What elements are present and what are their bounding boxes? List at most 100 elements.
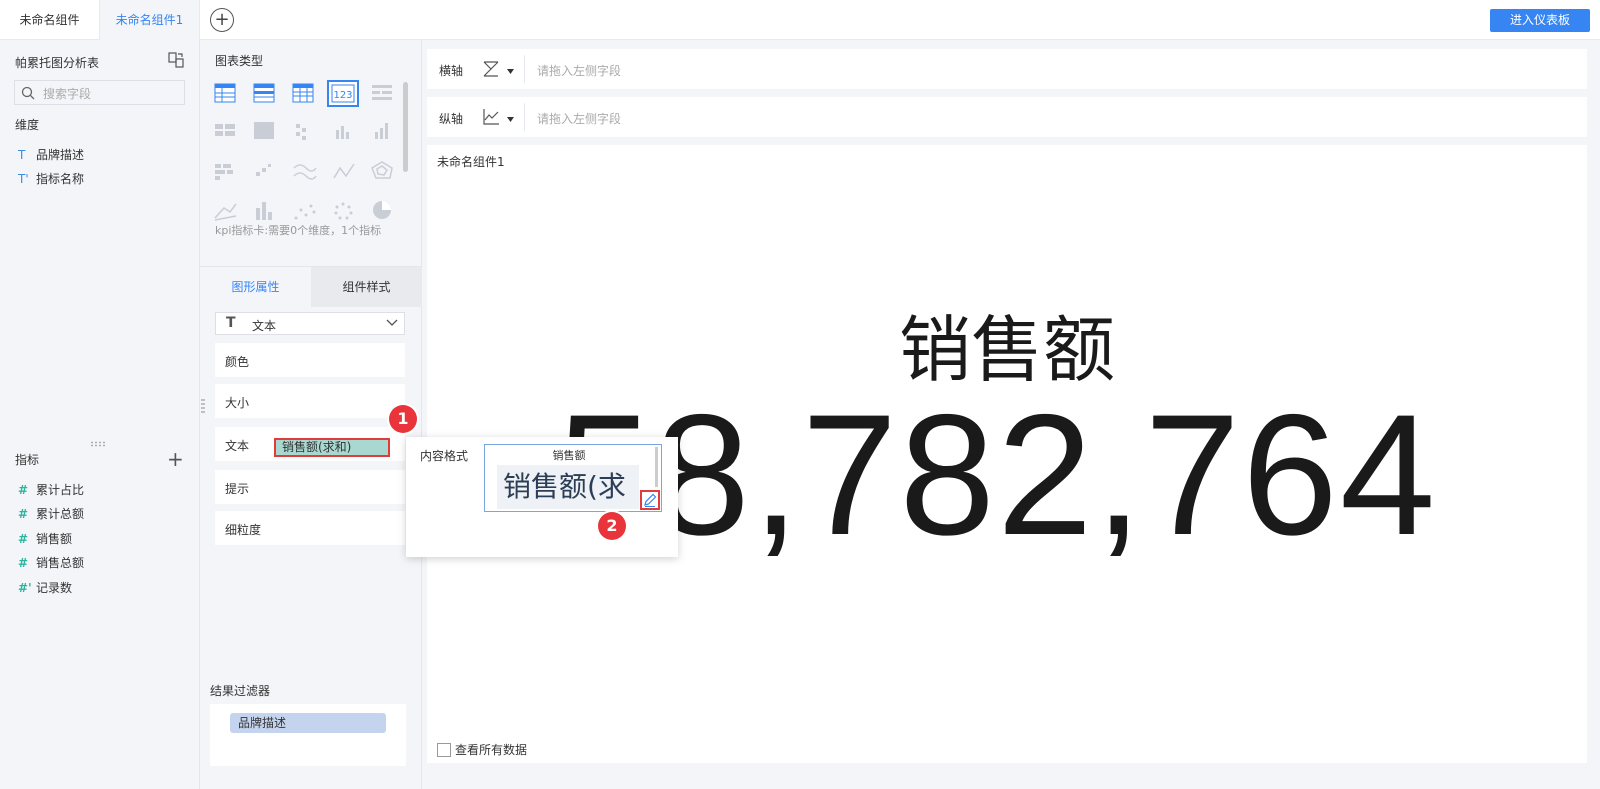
map-chart-icon: [254, 122, 274, 139]
annotation-badge-1: 1: [389, 405, 417, 433]
metric-field[interactable]: # 累计总额: [18, 505, 84, 525]
tab-graphic-properties[interactable]: 图形属性: [200, 267, 311, 307]
divider: [524, 103, 525, 131]
field-search-input[interactable]: 搜索字段: [14, 80, 185, 105]
top-bar: 未命名组件 未命名组件1 + 进入仪表板: [0, 0, 1600, 40]
panel-resize-handle[interactable]: [201, 398, 205, 414]
tooltip-property-row[interactable]: 提示: [215, 470, 405, 504]
tab-component[interactable]: 未命名组件: [0, 0, 100, 40]
property-label: 文本: [225, 439, 250, 453]
y-axis-row[interactable]: 纵轴 请拖入左侧字段: [427, 97, 1587, 137]
field-label: 累计总额: [36, 507, 85, 521]
edit-pencil-icon[interactable]: [640, 490, 660, 510]
metric-field[interactable]: # 累计占比: [18, 481, 84, 501]
area-chart-icon: [214, 203, 237, 221]
enter-dashboard-button[interactable]: 进入仪表板: [1490, 9, 1590, 32]
column-chart-icon: [375, 123, 388, 139]
dataset-title: 帕累托图分析表: [15, 56, 100, 70]
filter-field-pill[interactable]: 品牌描述: [230, 713, 386, 733]
view-all-data-checkbox[interactable]: 查看所有数据: [437, 741, 527, 758]
pie-chart-icon: [373, 201, 391, 219]
chart-area: 横轴 请拖入左侧字段 纵轴 请拖入左侧字段 未命名组件1 销售额 58,782,…: [422, 40, 1600, 789]
text-mark-icon: T: [226, 315, 236, 331]
metric-field[interactable]: #' 记录数: [18, 579, 72, 599]
dot-matrix-icon: [296, 124, 306, 140]
size-property-row[interactable]: 大小: [215, 384, 405, 418]
result-filter-label: 结果过滤器: [210, 684, 271, 698]
axis-type-icon[interactable]: [481, 107, 501, 127]
stacked-bar-icon: [215, 164, 233, 180]
text-type-icon: T: [18, 148, 26, 162]
radar-line-icon: [333, 163, 355, 179]
add-tab-icon[interactable]: +: [210, 8, 234, 32]
number-type-icon: #: [18, 556, 29, 570]
property-label: 颜色: [225, 355, 250, 369]
metric-section-label: 指标: [15, 453, 40, 467]
crosstab-chart-icon: [253, 83, 275, 103]
caret-down-icon[interactable]: [507, 117, 514, 122]
x-axis-label: 横轴: [439, 64, 464, 78]
divider: [524, 55, 525, 83]
dimension-field[interactable]: T 品牌描述: [18, 146, 84, 166]
metric-field[interactable]: # 销售额: [18, 530, 72, 550]
search-placeholder: 搜索字段: [43, 87, 92, 101]
detail-table-icon: [292, 83, 314, 103]
chart-type-scrollbar[interactable]: [403, 82, 408, 172]
property-label: 提示: [225, 482, 250, 496]
x-axis-row[interactable]: 横轴 请拖入左侧字段: [427, 49, 1587, 89]
y-axis-dropzone[interactable]: 请拖入左侧字段: [537, 110, 621, 127]
property-label: 细粒度: [225, 523, 262, 537]
content-format-editor[interactable]: 销售额 销售额(求: [484, 444, 662, 512]
field-label: 品牌描述: [36, 148, 85, 162]
search-icon: [21, 86, 35, 100]
heat-table-icon: [215, 124, 235, 136]
y-axis-label: 纵轴: [439, 112, 464, 126]
axis-type-icon[interactable]: [481, 59, 501, 79]
bar-chart-icon: [336, 126, 349, 139]
kpi-icon-text: 123: [333, 90, 352, 101]
property-tabs: 图形属性 组件样式: [200, 266, 422, 307]
x-axis-dropzone[interactable]: 请拖入左侧字段: [537, 62, 621, 79]
list-chart-icon: [372, 85, 392, 100]
add-metric-icon[interactable]: +: [167, 449, 184, 469]
editor-text[interactable]: 销售额(求: [497, 465, 639, 509]
caret-down-icon[interactable]: [507, 69, 514, 74]
scatter-chart-icon: [294, 204, 316, 220]
result-filter-dropzone[interactable]: 品牌描述: [210, 704, 406, 766]
number-type-icon: #: [18, 483, 29, 497]
view-all-label: 查看所有数据: [455, 743, 528, 757]
checkbox-icon[interactable]: [437, 742, 451, 757]
number-type-icon: #: [18, 532, 29, 546]
chart-type-hint: kpi指标卡:需要0个维度，1个指标: [215, 224, 382, 237]
mark-type-select[interactable]: T 文本: [215, 312, 405, 335]
tab-component-style[interactable]: 组件样式: [311, 267, 422, 307]
color-property-row[interactable]: 颜色: [215, 343, 405, 377]
histogram-icon: [256, 202, 272, 220]
radar-chart-icon: [371, 161, 393, 179]
field-label: 销售总额: [36, 556, 85, 570]
field-label: 指标名称: [36, 172, 85, 186]
kpi-card-icon: 123: [327, 80, 359, 107]
line-chart-icon: [293, 164, 317, 180]
chevron-down-icon: [386, 319, 398, 326]
select-value: 文本: [252, 319, 277, 333]
metric-field[interactable]: # 销售总额: [18, 554, 84, 574]
content-format-label: 内容格式: [420, 449, 469, 463]
editor-header: 销售额: [552, 449, 586, 462]
panel-resize-handle[interactable]: [90, 441, 108, 447]
component-title: 未命名组件1: [437, 155, 505, 169]
field-label: 累计占比: [36, 483, 85, 497]
text-field-pill[interactable]: 销售额(求和): [274, 438, 390, 457]
content-format-popup: 内容格式 销售额 销售额(求: [406, 437, 678, 557]
annotation-badge-2: 2: [598, 512, 626, 540]
editor-scrollbar[interactable]: [655, 447, 658, 487]
scatter-small-icon: [256, 164, 271, 176]
dimension-field[interactable]: T' 指标名称: [18, 170, 84, 190]
granularity-property-row[interactable]: 细粒度: [215, 511, 405, 545]
number-type-icon: #: [18, 507, 29, 521]
switch-dataset-icon[interactable]: [168, 52, 184, 68]
number-type-icon: #': [18, 581, 32, 595]
text-type-icon: T': [18, 172, 29, 186]
tab-component-1[interactable]: 未命名组件1: [100, 0, 200, 40]
table-chart-icon: [214, 83, 236, 103]
